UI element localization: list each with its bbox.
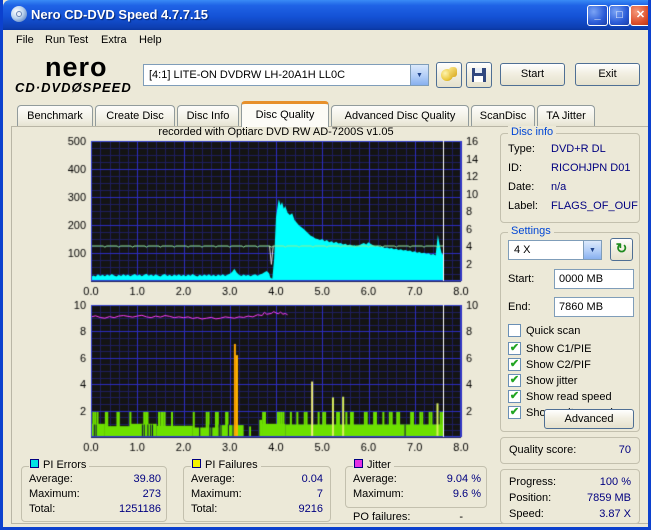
po-failures-value: - [415,511,463,523]
pi-errors-maximum-value: 273 [95,488,161,500]
app-icon [11,6,27,22]
hand-disc-icon [441,67,457,83]
tab-disc-info[interactable]: Disc Info [177,105,239,126]
tab-advanced-disc-quality[interactable]: Advanced Disc Quality [331,105,469,126]
quality-score-label: Quality score: [509,444,576,456]
pi-errors-total-value: 1251186 [95,503,161,515]
drive-select[interactable]: [4:1] LITE-ON DVDRW LH-20A1H LL0C ▼ [143,64,429,86]
disc-id-label: ID: [508,162,522,174]
pi-failures-average-value: 0.04 [257,473,323,485]
speed-label: Speed: [509,508,544,520]
chevron-down-icon[interactable]: ▼ [583,241,601,259]
window-title: Nero CD-DVD Speed 4.7.7.15 [31,7,208,22]
menu-run-test[interactable]: Run Test [45,34,88,46]
pi-errors-average-value: 39.80 [95,473,161,485]
exit-button[interactable]: Exit [575,63,640,86]
end-position-field[interactable] [554,297,634,317]
advanced-button[interactable]: Advanced [544,409,634,429]
jitter-average-value: 9.04 % [415,473,481,485]
refresh-icon: ↻ [616,240,628,256]
jitter-maximum-label: Maximum: [353,488,404,500]
tab-disc-quality[interactable]: Disc Quality [241,101,329,127]
pi-errors-chart [25,136,491,296]
drive-select-value: [4:1] LITE-ON DVDRW LH-20A1H LL0C [144,69,410,81]
minimize-button[interactable]: _ [587,5,608,26]
progress-label: Progress: [509,476,556,488]
app-window: Nero CD-DVD Speed 4.7.7.15 _ □ ✕ File Ru… [0,0,651,530]
disc-type-value: DVD+R DL [551,143,606,155]
show-c2-pif-label: Show C2/PIF [526,359,591,371]
position-value: 7859 MB [563,492,631,504]
show-read-speed-checkbox[interactable]: ✔ [508,390,521,403]
menu-help[interactable]: Help [139,34,162,46]
start-button[interactable]: Start [500,63,565,86]
settings-title: Settings [508,225,554,237]
tab-scandisc[interactable]: ScanDisc [471,105,535,126]
show-c2-pif-checkbox[interactable]: ✔ [508,358,521,371]
disc-type-label: Type: [508,143,535,155]
floppy-disk-icon [472,68,486,82]
scan-speed-value: 4 X [509,244,583,256]
pi-failures-maximum-label: Maximum: [191,488,242,500]
jitter-average-label: Average: [353,473,397,485]
tab-create-disc[interactable]: Create Disc [95,105,175,126]
progress-value: 100 % [563,476,631,488]
show-write-speed-checkbox[interactable]: ✔ [508,406,521,419]
tab-ta-jitter[interactable]: TA Jitter [537,105,595,126]
show-jitter-checkbox[interactable]: ✔ [508,374,521,387]
pi-failures-legend-icon [192,459,201,468]
cd-dvd-speed-logo: CD·DVDØSPEED [15,80,132,95]
save-button[interactable] [466,62,492,88]
start-position-field[interactable] [554,269,634,289]
show-c1-pie-checkbox[interactable]: ✔ [508,342,521,355]
show-read-speed-label: Show read speed [526,391,612,403]
scan-speed-select[interactable]: 4 X ▼ [508,240,602,260]
menu-file[interactable]: File [16,34,34,46]
menu-bar: File Run Test Extra Help [3,30,651,52]
po-failures-label: PO failures: [353,511,410,523]
tab-benchmark[interactable]: Benchmark [17,105,93,126]
nero-logo: nero [45,56,108,78]
close-button[interactable]: ✕ [630,5,651,26]
title-bar[interactable]: Nero CD-DVD Speed 4.7.7.15 _ □ ✕ [3,0,651,30]
disc-id-value: RICOHJPN D01 [551,162,630,174]
end-position-label: End: [508,301,531,313]
disc-date-value: n/a [551,181,566,193]
pi-errors-legend-icon [30,459,39,468]
pi-failures-maximum-value: 7 [257,488,323,500]
menu-extra[interactable]: Extra [101,34,127,46]
quality-score-value: 70 [593,444,631,456]
chevron-down-icon[interactable]: ▼ [410,65,428,85]
eject-disc-button[interactable] [436,62,462,88]
start-position-label: Start: [508,273,534,285]
disc-label-value: FLAGS_OF_OUF [551,200,639,212]
quick-scan-checkbox[interactable] [508,324,521,337]
disc-date-label: Date: [508,181,534,193]
pi-failures-chart [25,300,491,454]
pi-errors-total-label: Total: [29,503,55,515]
pi-failures-average-label: Average: [191,473,235,485]
pi-errors-average-label: Average: [29,473,73,485]
position-label: Position: [509,492,551,504]
disc-label-label: Label: [508,200,538,212]
jitter-legend-icon [354,459,363,468]
pi-errors-maximum-label: Maximum: [29,488,80,500]
show-jitter-label: Show jitter [526,375,577,387]
refresh-button[interactable]: ↻ [610,238,633,261]
pi-failures-total-value: 9216 [257,503,323,515]
maximize-button[interactable]: □ [609,5,630,26]
disc-info-title: Disc info [508,126,556,138]
pi-failures-total-label: Total: [191,503,217,515]
speed-value: 3.87 X [563,508,631,520]
pi-failures-title: PI Failures [191,459,261,471]
quick-scan-label: Quick scan [526,325,580,337]
show-c1-pie-label: Show C1/PIE [526,343,591,355]
jitter-maximum-value: 9.6 % [415,488,481,500]
